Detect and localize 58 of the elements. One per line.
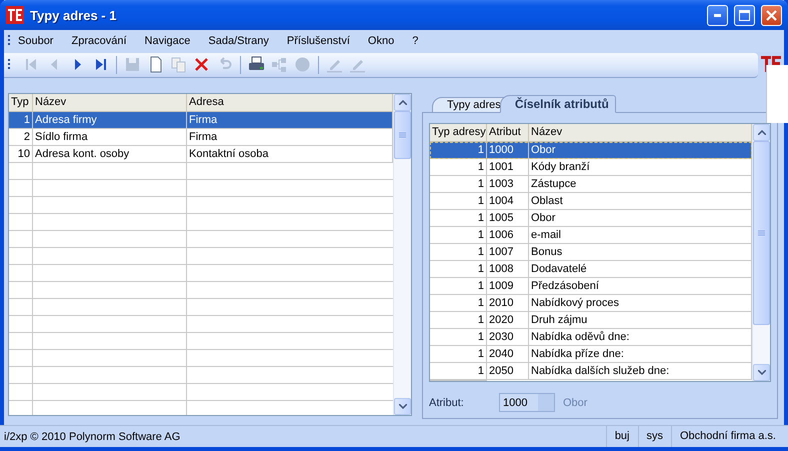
scroll-down-button[interactable] [753,364,770,381]
status-field: buj [606,426,638,447]
scroll-thumb[interactable] [753,141,770,325]
column-header[interactable]: Typ adresy [430,124,487,141]
menu-item[interactable]: Soubor [18,35,62,47]
table-row[interactable]: 1 1003 Zástupce [430,176,752,193]
menu-item[interactable]: Sada/Strany [208,35,277,47]
window-title: Typy adres - 1 [30,8,118,22]
copyright-text: i/2xp © 2010 Polynorm Software AG [4,430,182,442]
scroll-up-button[interactable] [394,94,411,111]
table-row[interactable]: 1 1009 Předzásobení [430,278,752,295]
minimize-icon [714,14,721,16]
table-row[interactable]: 1 2050 Nabídka dalších služeb dne: [430,363,752,380]
column-header[interactable]: Atribut [487,124,529,141]
table-row[interactable]: 1 1008 Dodavatelé [430,261,752,278]
minimize-button[interactable] [707,4,728,26]
table-row[interactable]: 1 1000 Obor [430,142,752,159]
table-row[interactable]: 1 Adresa firmy Firma [9,112,393,129]
tab[interactable]: Číselník atributů [500,95,616,113]
table-row[interactable]: 1 2020 Druh zájmu [430,312,752,329]
table-row[interactable]: 1 1007 Bonus [430,244,752,261]
maximize-icon [739,10,750,20]
status-field: sys [638,426,671,447]
scroll-up-button[interactable] [753,124,770,141]
table-row[interactable]: 1 2010 Nabídkový proces [430,295,752,312]
table-row[interactable]: 1 1001 Kódy branží [430,159,752,176]
app-logo-icon [6,6,24,24]
column-header[interactable]: Typ [9,94,33,111]
attribute-field[interactable]: 1000 [499,393,555,412]
close-icon [766,10,777,20]
table-row[interactable]: 1 2040 Nabídka příze dne: [430,346,752,363]
menu-item[interactable]: Příslušenství [286,35,358,47]
picker-button[interactable] [538,394,554,411]
table-cell: Nabídka dalších služeb dne: [529,363,752,380]
table-row[interactable]: 1 1005 Obor [430,210,752,227]
table-row[interactable]: 10 Adresa kont. osoby Kontaktní osoba [9,146,393,163]
menu-item[interactable]: Okno [368,35,402,47]
scroll-down-button[interactable] [394,398,411,415]
table-cell: 1 [430,363,487,380]
grip-icon [758,230,765,236]
grip-icon [399,132,406,138]
menu-item[interactable]: Navigace [144,35,198,47]
scroll-thumb[interactable] [394,111,411,159]
table-row[interactable]: 1 1006 e-mail [430,227,752,244]
close-button[interactable] [761,4,782,26]
table-row[interactable]: 1 2030 Nabídka oděvů dne: [430,329,752,346]
vertical-scrollbar[interactable] [752,124,770,381]
maximize-button[interactable] [734,4,755,26]
attribute-description: Obor [563,396,588,408]
table-row[interactable]: 1 1004 Oblast [430,193,752,210]
menu-item[interactable]: ? [412,35,426,47]
menu-item[interactable]: Zpracování [71,35,135,47]
table-row[interactable]: 2 Sídlo firma Firma [9,129,393,146]
status-field: Obchodní firma a.s. [671,426,784,447]
field-label: Atribut: [429,396,465,408]
table-cell: 2050 [487,363,529,380]
column-header[interactable]: Název [33,94,187,111]
vertical-scrollbar[interactable] [393,94,411,415]
